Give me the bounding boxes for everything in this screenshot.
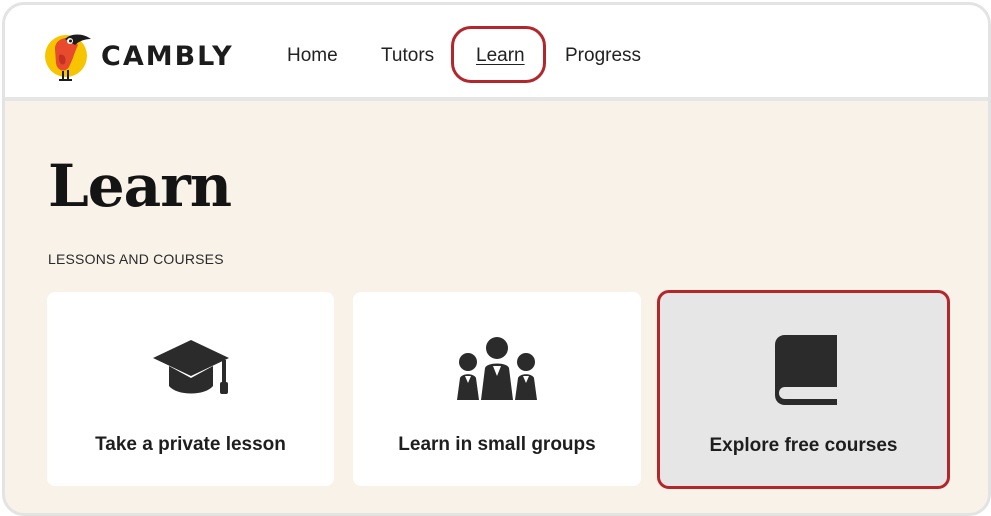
card-small-groups[interactable]: Learn in small groups xyxy=(353,292,641,486)
brand-name: CAMBLY xyxy=(101,40,234,72)
nav-progress[interactable]: Progress xyxy=(565,45,641,67)
top-navbar: CAMBLY Home Tutors Learn Progress xyxy=(5,5,988,101)
section-label: LESSONS AND COURSES xyxy=(48,251,224,267)
card-label-private-lesson: Take a private lesson xyxy=(95,434,286,455)
nav-tutors[interactable]: Tutors xyxy=(381,45,434,67)
card-free-courses[interactable]: Explore free courses xyxy=(657,290,950,489)
card-label-small-groups: Learn in small groups xyxy=(398,434,596,455)
cambly-logo[interactable]: CAMBLY xyxy=(45,29,234,83)
page-title: Learn xyxy=(48,152,232,220)
card-private-lesson[interactable]: Take a private lesson xyxy=(47,292,334,486)
nav-home[interactable]: Home xyxy=(287,45,338,67)
nav-learn[interactable]: Learn xyxy=(476,45,525,67)
graduation-cap-icon xyxy=(152,340,229,394)
toucan-logo-icon xyxy=(45,34,91,81)
book-icon xyxy=(774,335,837,405)
card-label-free-courses: Explore free courses xyxy=(709,435,898,456)
group-people-icon xyxy=(457,337,537,400)
app-window: CAMBLY Home Tutors Learn Progress Learn … xyxy=(2,2,991,516)
